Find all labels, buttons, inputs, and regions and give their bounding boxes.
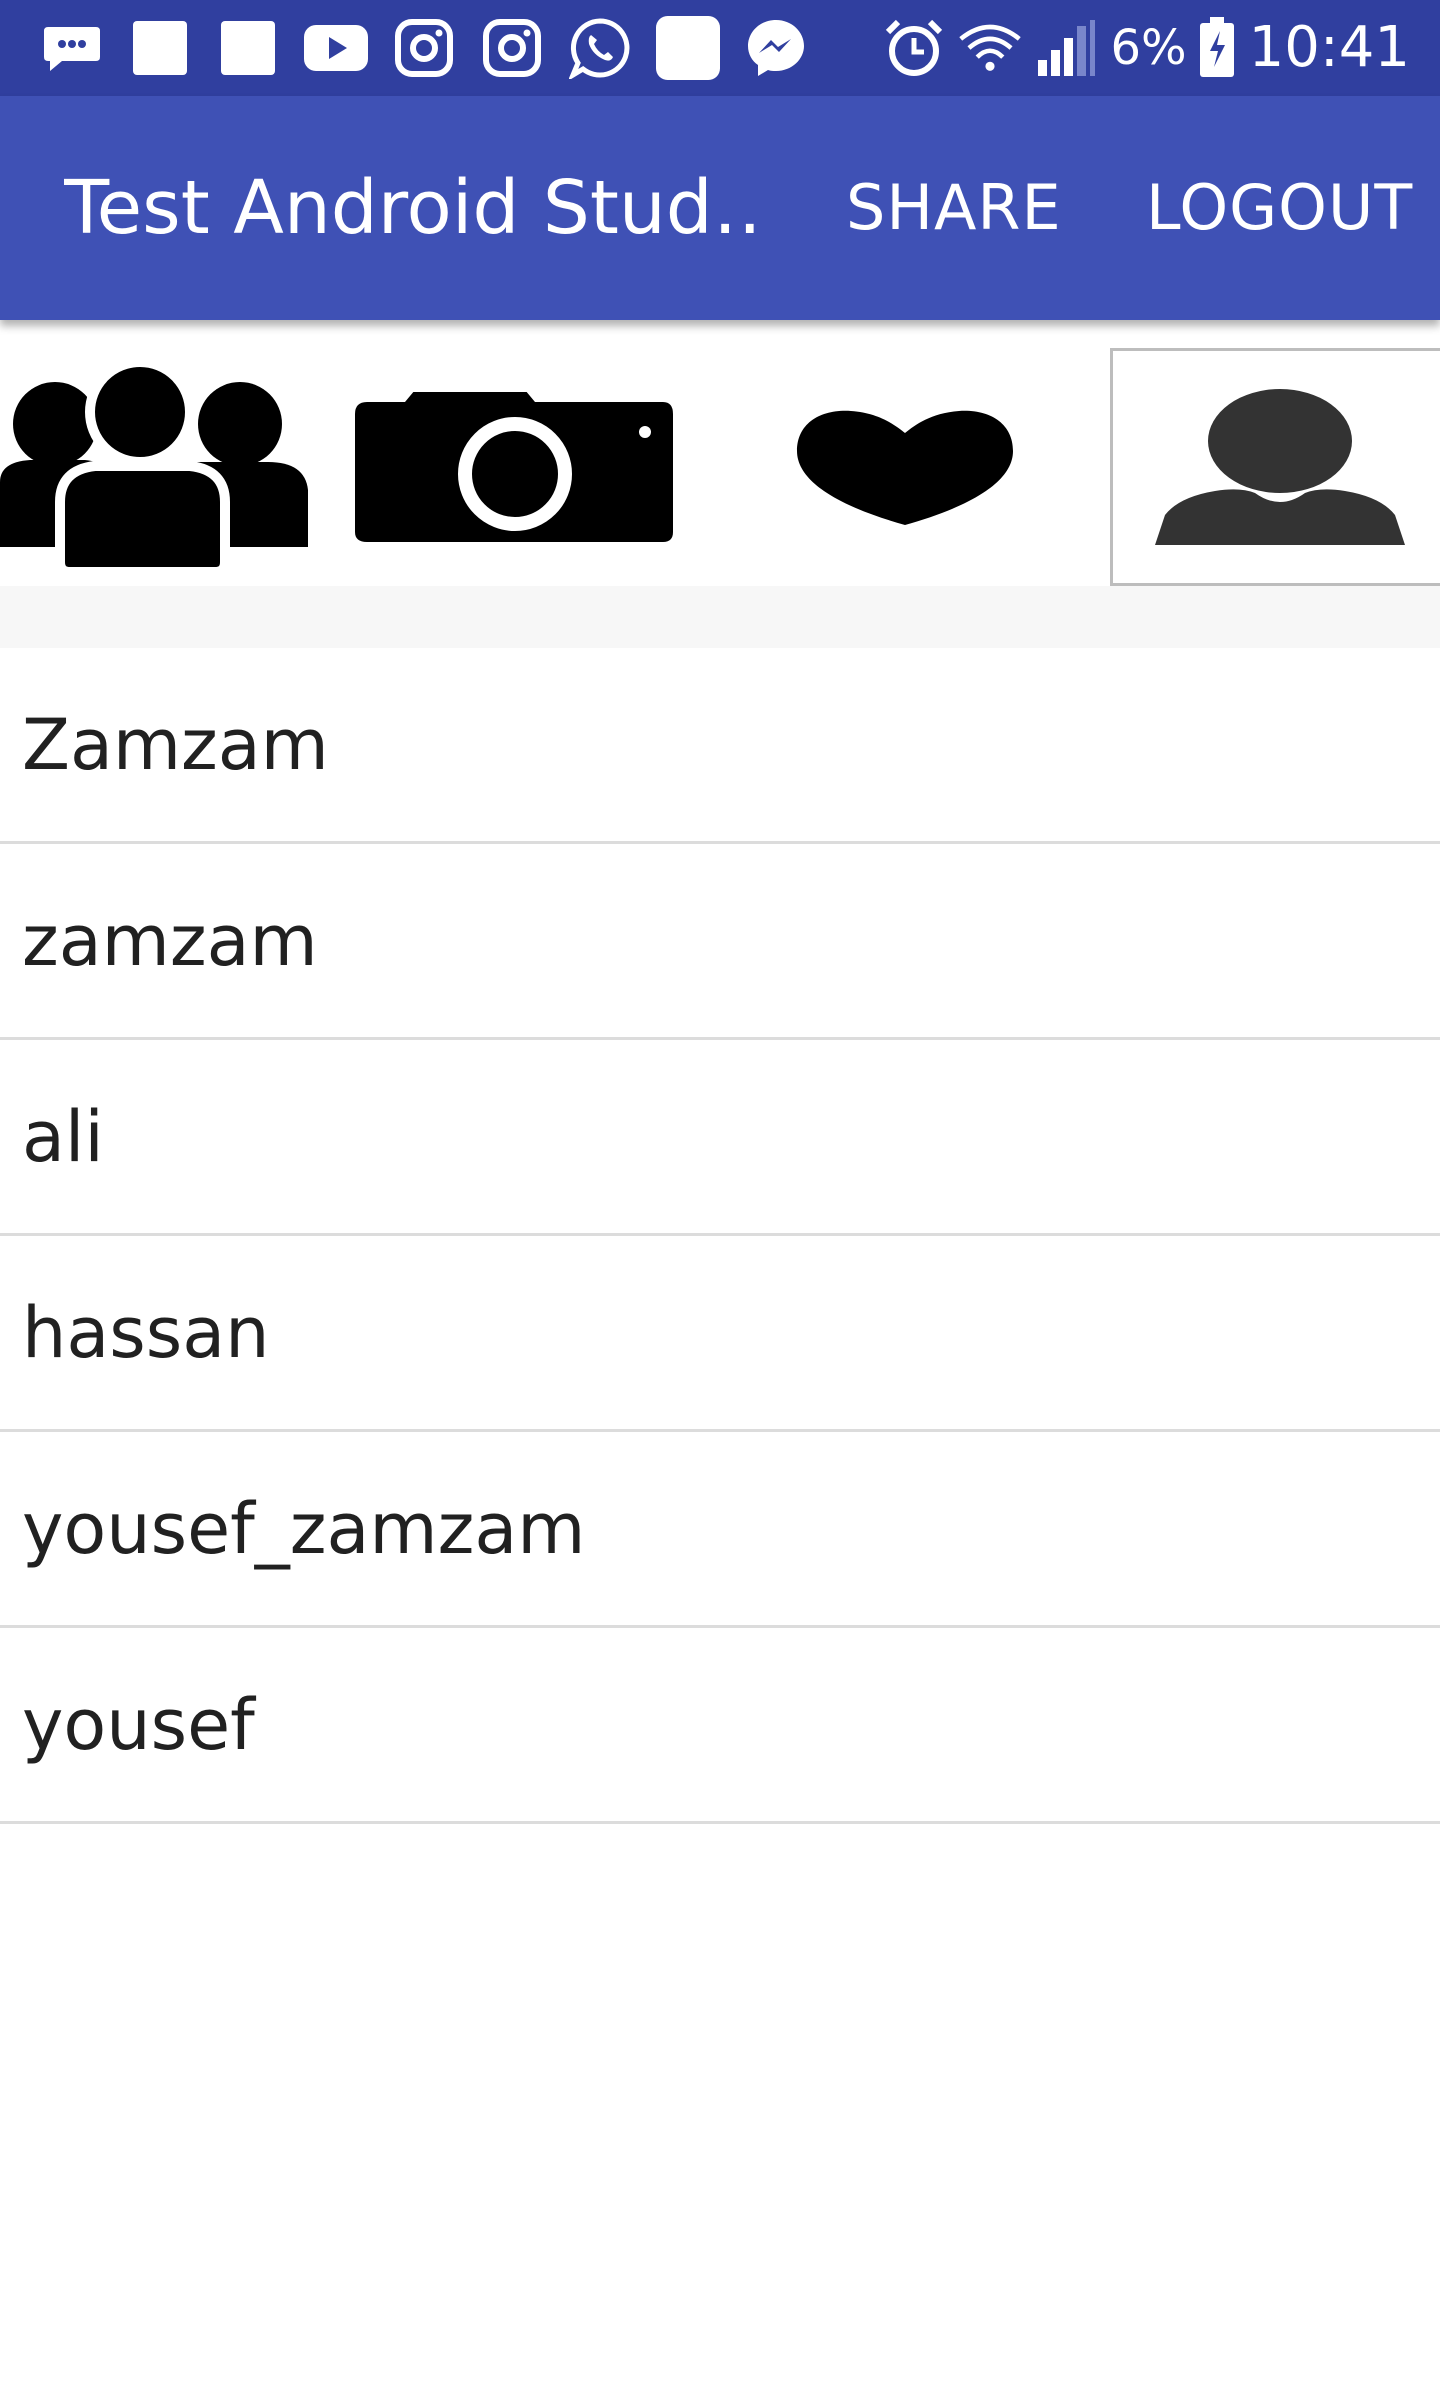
wifi-icon bbox=[958, 16, 1022, 80]
signal-icon bbox=[1034, 16, 1098, 80]
list-item[interactable]: yousef_zamzam bbox=[0, 1432, 1440, 1628]
app-bar: Test Android Stud… SHARE LOGOUT bbox=[0, 96, 1440, 320]
clock: 10:41 bbox=[1248, 15, 1410, 80]
user-list: Zamzam zamzam ali hassan yousef_zamzam y… bbox=[0, 648, 1440, 1824]
tab-friends[interactable] bbox=[0, 348, 312, 586]
notification-icons bbox=[40, 16, 832, 80]
camera-icon bbox=[355, 392, 673, 542]
list-item[interactable]: yousef bbox=[0, 1628, 1440, 1824]
app-title: Test Android Stud… bbox=[64, 165, 764, 251]
tab-profile[interactable] bbox=[1110, 348, 1440, 586]
tab-strip bbox=[0, 348, 1440, 586]
chat-bubble-icon bbox=[40, 16, 104, 80]
friends-icon bbox=[0, 362, 308, 572]
list-item[interactable]: ali bbox=[0, 1040, 1440, 1236]
heart-icon bbox=[797, 410, 1013, 525]
list-item[interactable]: hassan bbox=[0, 1236, 1440, 1432]
list-item[interactable]: Zamzam bbox=[0, 648, 1440, 844]
instagram-icon bbox=[480, 16, 544, 80]
system-indicators: 6% 10:41 bbox=[882, 12, 1410, 84]
messenger-icon bbox=[744, 16, 808, 80]
battery-percent: 6% bbox=[1110, 20, 1187, 76]
list-item[interactable]: zamzam bbox=[0, 844, 1440, 1040]
instagram-icon bbox=[392, 16, 456, 80]
strip-divider bbox=[0, 586, 1440, 648]
battery-charging-icon bbox=[1197, 16, 1237, 80]
youtube-icon bbox=[304, 16, 368, 80]
share-button[interactable]: SHARE bbox=[846, 96, 1062, 320]
tab-favorites[interactable] bbox=[780, 348, 1030, 586]
white-rounded-square-icon bbox=[656, 16, 720, 80]
tab-camera[interactable] bbox=[340, 348, 680, 586]
profile-icon bbox=[1155, 389, 1405, 545]
whatsapp-icon bbox=[568, 16, 632, 80]
alarm-icon bbox=[882, 16, 946, 80]
logout-button[interactable]: LOGOUT bbox=[1146, 96, 1413, 320]
white-square-icon bbox=[216, 16, 280, 80]
status-bar: 6% 10:41 bbox=[0, 0, 1440, 96]
white-square-icon bbox=[128, 16, 192, 80]
